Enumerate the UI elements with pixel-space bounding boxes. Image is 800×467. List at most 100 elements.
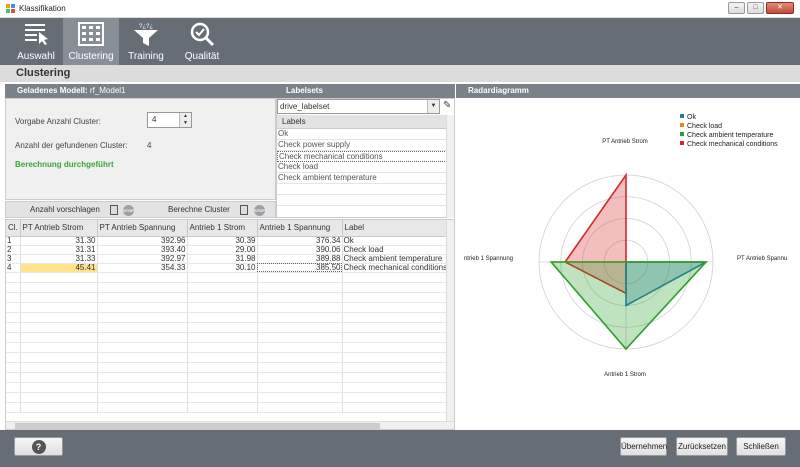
- compute-label: Berechne Cluster: [168, 205, 230, 214]
- column-header[interactable]: PT Antrieb Strom: [20, 220, 98, 237]
- labels-scrollbar[interactable]: [446, 115, 454, 218]
- cell-empty: [20, 302, 98, 313]
- cell[interactable]: 31.31: [20, 245, 98, 255]
- cell-empty: [257, 292, 343, 303]
- labels-list: Labels Ok Check power supply Check mecha…: [277, 115, 447, 218]
- table-row-empty: [6, 362, 450, 373]
- axis-label-bottom: Antrieb 1 Strom: [604, 372, 646, 378]
- cell-empty: [257, 372, 343, 383]
- reset-button[interactable]: Zurücksetzen: [676, 437, 728, 456]
- list-cursor-icon: [25, 24, 48, 45]
- list-item[interactable]: Check load: [277, 162, 447, 173]
- column-header[interactable]: Antrieb 1 Spannung: [257, 220, 343, 237]
- table-row[interactable]: 1 31.30 392.96 30.39 376.34 Ok: [6, 236, 450, 246]
- cell-empty: [257, 362, 343, 373]
- tool-qualitaet[interactable]: Qualität: [174, 18, 230, 65]
- cell[interactable]: 393.40: [97, 245, 188, 255]
- cell[interactable]: 1: [6, 236, 21, 246]
- cell-empty: [6, 312, 21, 323]
- cell[interactable]: 392.96: [97, 236, 188, 246]
- scroll-thumb[interactable]: [15, 423, 380, 429]
- column-header[interactable]: Label: [342, 220, 450, 237]
- stop-icon[interactable]: STOP: [254, 205, 265, 216]
- window-titlebar: Klassifikation – □ ✕: [0, 0, 800, 18]
- cell-empty: [187, 372, 258, 383]
- spinner-arrows-icon[interactable]: ▲ ▼: [179, 113, 191, 127]
- cell[interactable]: 31.30: [20, 236, 98, 246]
- pencil-icon[interactable]: ✎: [443, 100, 451, 111]
- table-scrollbar[interactable]: [446, 220, 454, 422]
- cell[interactable]: Check load: [342, 245, 450, 255]
- labelsets-panel: drive_labelset ▼ ✎ Labels Ok Check power…: [276, 98, 455, 218]
- calculator-icon[interactable]: [110, 205, 118, 215]
- cell[interactable]: 389.88: [257, 254, 343, 264]
- cell[interactable]: Check mechanical conditions: [342, 263, 450, 273]
- tool-training[interactable]: ?¿?¿ Training: [118, 18, 174, 65]
- cell[interactable]: 31.33: [20, 254, 98, 264]
- tool-label: Training: [128, 51, 164, 62]
- cell[interactable]: 30.39: [187, 236, 258, 246]
- list-item[interactable]: Ok: [277, 129, 447, 140]
- cell-empty: [257, 312, 343, 323]
- labelset-select[interactable]: drive_labelset ▼: [277, 99, 440, 114]
- close-window-button[interactable]: ✕: [766, 2, 794, 14]
- cell[interactable]: 390.06: [257, 245, 343, 255]
- cell[interactable]: 3: [6, 254, 21, 264]
- cell[interactable]: 31.98: [187, 254, 258, 264]
- cell-empty: [20, 282, 98, 293]
- cell-empty: [6, 392, 21, 403]
- minimize-button[interactable]: –: [728, 2, 745, 14]
- cell-empty: [342, 392, 450, 403]
- tool-auswahl[interactable]: Auswahl: [8, 18, 64, 65]
- cell-empty: [97, 272, 188, 283]
- maximize-button[interactable]: □: [747, 2, 764, 14]
- cell[interactable]: Check ambient temperature: [342, 254, 450, 264]
- footer-bar: ? Übernehmen Zurücksetzen Schließen: [0, 430, 800, 467]
- tool-clustering[interactable]: Clustering: [63, 18, 119, 65]
- cell-empty: [187, 352, 258, 363]
- column-header[interactable]: Cl.: [6, 220, 21, 237]
- cell[interactable]: 4: [6, 263, 21, 273]
- chevron-down-icon[interactable]: ▼: [427, 100, 439, 113]
- page-title: Clustering: [0, 65, 800, 82]
- radar-series-check-ambient-temperature[interactable]: [549, 261, 708, 351]
- cell[interactable]: 385.50: [257, 263, 343, 273]
- cell-empty: [20, 392, 98, 403]
- cell[interactable]: Ok: [342, 236, 450, 246]
- cell[interactable]: 2: [6, 245, 21, 255]
- cell[interactable]: 392.97: [97, 254, 188, 264]
- legend-item: Check mechanical conditions: [687, 141, 778, 148]
- close-button[interactable]: Schließen: [736, 437, 786, 456]
- found-label: Anzahl der gefundenen Cluster:: [15, 141, 128, 150]
- help-button[interactable]: ?: [14, 437, 63, 456]
- column-header[interactable]: Antrieb 1 Strom: [187, 220, 258, 237]
- cell-empty: [20, 352, 98, 363]
- accept-button[interactable]: Übernehmen: [620, 437, 667, 456]
- help-icon: ?: [31, 440, 46, 454]
- table-row[interactable]: 4 45.41 354.33 30.10 385.50 Check mechan…: [6, 263, 450, 273]
- cell-empty: [342, 362, 450, 373]
- cell-empty: [342, 292, 450, 303]
- cluster-count-spinner[interactable]: 4 ▲ ▼: [147, 112, 192, 128]
- window-title: Klassifikation: [19, 4, 66, 13]
- cell[interactable]: 29.00: [187, 245, 258, 255]
- found-value: 4: [147, 141, 152, 150]
- table-row-empty: [6, 342, 450, 353]
- cell[interactable]: 354.33: [97, 263, 188, 273]
- cell[interactable]: 376.34: [257, 236, 343, 246]
- funnel-icon: ?¿?¿: [134, 24, 158, 46]
- table-h-scrollbar[interactable]: [6, 421, 454, 429]
- table-row[interactable]: 2 31.31 393.40 29.00 390.06 Check load: [6, 245, 450, 255]
- cell-empty: [257, 302, 343, 313]
- table-row[interactable]: 3 31.33 392.97 31.98 389.88 Check ambien…: [6, 254, 450, 264]
- list-item[interactable]: Check ambient temperature: [277, 173, 447, 184]
- column-header[interactable]: PT Antrieb Spannung: [97, 220, 188, 237]
- grid-icon: [78, 22, 104, 46]
- calculator-icon[interactable]: [240, 205, 248, 215]
- list-item[interactable]: Check mechanical conditions: [277, 151, 447, 162]
- legend-item: Check ambient temperature: [687, 132, 773, 139]
- cell[interactable]: 30.10: [187, 263, 258, 273]
- cell[interactable]: 45.41: [20, 263, 98, 273]
- list-item[interactable]: Check power supply: [277, 140, 447, 151]
- stop-icon[interactable]: STOP: [123, 205, 134, 216]
